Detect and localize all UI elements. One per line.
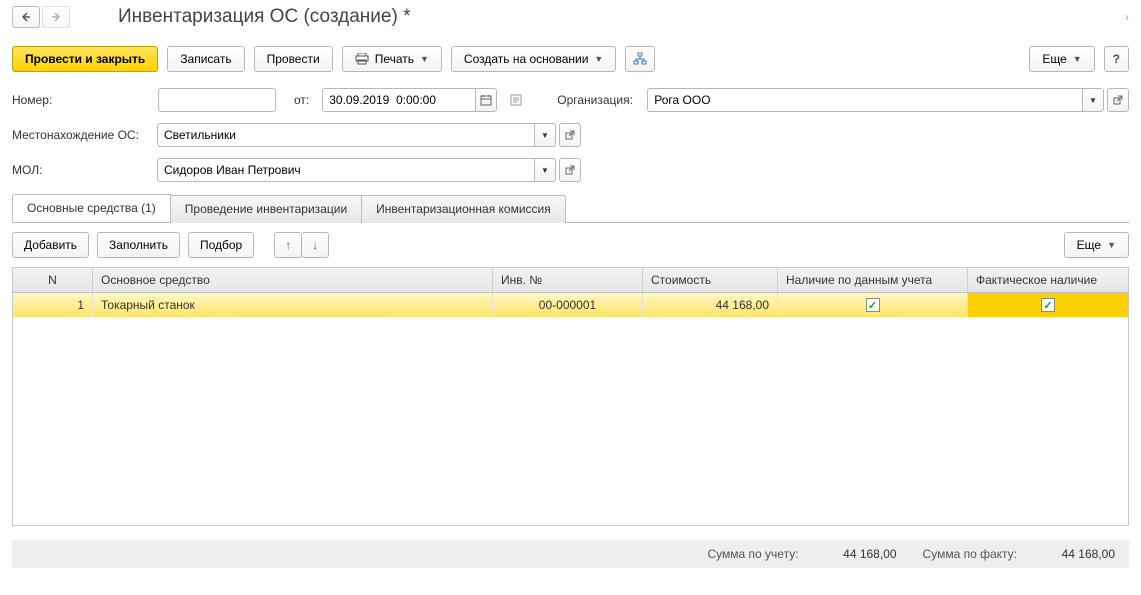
more-label: Еще [1042, 52, 1066, 66]
cell-cost: 44 168,00 [643, 293, 778, 317]
col-n[interactable]: N [13, 268, 93, 292]
row-location: Местонахождение ОС: ▼ [12, 123, 1129, 147]
acct-total-value: 44 168,00 [807, 547, 897, 561]
open-external-icon [565, 130, 575, 140]
print-button[interactable]: Печать ▼ [342, 46, 442, 72]
calendar-icon [480, 94, 492, 106]
caret-down-icon: ▼ [1089, 96, 1097, 105]
totals-footer: Сумма по учету: 44 168,00 Сумма по факту… [12, 540, 1129, 568]
mol-input[interactable] [157, 158, 535, 182]
acct-total-label: Сумма по учету: [708, 547, 799, 561]
col-asset[interactable]: Основное средство [93, 268, 493, 292]
create-based-on-button[interactable]: Создать на основании ▼ [451, 46, 616, 72]
col-inv[interactable]: Инв. № [493, 268, 643, 292]
location-open-button[interactable] [559, 123, 581, 147]
tab-assets[interactable]: Основные средства (1) [12, 194, 171, 222]
location-label: Местонахождение ОС: [12, 128, 149, 142]
cell-n: 1 [13, 293, 93, 317]
checkbox-checked-icon[interactable]: ✓ [1041, 298, 1055, 312]
cell-inv: 00-000001 [493, 293, 643, 317]
checkbox-checked-icon[interactable]: ✓ [866, 298, 880, 312]
caret-down-icon: ▼ [541, 166, 549, 175]
nav-forward-button[interactable] [42, 6, 70, 28]
tabstrip: Основные средства (1) Проведение инвента… [12, 194, 1129, 223]
open-external-icon [565, 165, 575, 175]
col-cost[interactable]: Стоимость [643, 268, 778, 292]
number-input[interactable] [158, 88, 276, 112]
org-field: ▼ [647, 88, 1129, 112]
fact-total-label: Сумма по факту: [923, 547, 1017, 561]
arrow-left-icon [21, 12, 31, 22]
cell-fact: ✓ [968, 293, 1128, 317]
print-label: Печать [375, 52, 414, 66]
from-label: от: [294, 93, 309, 107]
location-field: ▼ [157, 123, 581, 147]
row-mol: МОЛ: ▼ [12, 158, 1129, 182]
page-title: Инвентаризация ОС (создание) * [118, 6, 410, 28]
row-number: Номер: от: Организация: ▼ [12, 88, 1129, 112]
mol-open-button[interactable] [559, 158, 581, 182]
tab-commission[interactable]: Инвентаризационная комиссия [361, 195, 566, 223]
col-acct[interactable]: Наличие по данным учета [778, 268, 968, 292]
move-down-button[interactable]: ↓ [301, 232, 329, 258]
col-fact[interactable]: Фактическое наличие [968, 268, 1128, 292]
printer-icon [355, 53, 369, 65]
post-and-close-button[interactable]: Провести и закрыть [12, 46, 158, 72]
location-dropdown-button[interactable]: ▼ [534, 123, 556, 147]
table-body[interactable]: 1 Токарный станок 00-000001 44 168,00 ✓ … [13, 293, 1128, 525]
note-icon-button[interactable] [505, 88, 527, 112]
caret-down-icon: ▼ [1107, 240, 1116, 250]
number-label: Номер: [12, 93, 60, 107]
fill-button[interactable]: Заполнить [97, 232, 180, 258]
topbar: Инвентаризация ОС (создание) * › [12, 6, 1129, 28]
note-icon [510, 94, 522, 106]
arrow-up-icon: ↑ [285, 238, 291, 252]
assets-table: N Основное средство Инв. № Стоимость Нал… [12, 267, 1129, 526]
help-button[interactable]: ? [1104, 46, 1129, 72]
table-row[interactable]: 1 Токарный станок 00-000001 44 168,00 ✓ … [13, 293, 1128, 317]
caret-down-icon: ▼ [594, 54, 603, 64]
hierarchy-icon [633, 52, 647, 66]
org-input[interactable] [647, 88, 1083, 112]
org-label: Организация: [557, 93, 639, 107]
structure-button[interactable] [625, 46, 655, 72]
save-button[interactable]: Записать [167, 46, 244, 72]
mol-field: ▼ [157, 158, 581, 182]
mol-label: МОЛ: [12, 163, 149, 177]
open-external-icon [1113, 95, 1123, 105]
calendar-button[interactable] [475, 88, 497, 112]
tab-command-bar: Добавить Заполнить Подбор ↑ ↓ Еще ▼ [12, 223, 1129, 267]
tab-more-label: Еще [1077, 238, 1101, 252]
select-button[interactable]: Подбор [188, 232, 254, 258]
arrow-right-icon [51, 12, 61, 22]
command-bar: Провести и закрыть Записать Провести Печ… [12, 46, 1129, 72]
tab-inventory[interactable]: Проведение инвентаризации [170, 195, 362, 223]
create-based-label: Создать на основании [464, 52, 589, 66]
caret-down-icon: ▼ [420, 54, 429, 64]
post-button[interactable]: Провести [254, 46, 333, 72]
caret-down-icon: ▼ [541, 131, 549, 140]
tab-more-button[interactable]: Еще ▼ [1064, 232, 1129, 258]
org-open-button[interactable] [1107, 88, 1129, 112]
more-button[interactable]: Еще ▼ [1029, 46, 1094, 72]
table-header: N Основное средство Инв. № Стоимость Нал… [13, 268, 1128, 293]
add-button[interactable]: Добавить [12, 232, 89, 258]
collapse-arrow-icon[interactable]: › [1125, 10, 1129, 24]
mol-dropdown-button[interactable]: ▼ [534, 158, 556, 182]
fact-total-value: 44 168,00 [1025, 547, 1115, 561]
cell-asset: Токарный станок [93, 293, 493, 317]
move-up-button[interactable]: ↑ [274, 232, 302, 258]
nav-back-button[interactable] [12, 6, 40, 28]
date-field [322, 88, 497, 112]
arrow-down-icon: ↓ [312, 238, 318, 252]
org-dropdown-button[interactable]: ▼ [1082, 88, 1104, 112]
cell-acct: ✓ [778, 293, 968, 317]
location-input[interactable] [157, 123, 535, 147]
date-input[interactable] [322, 88, 476, 112]
caret-down-icon: ▼ [1073, 54, 1082, 64]
